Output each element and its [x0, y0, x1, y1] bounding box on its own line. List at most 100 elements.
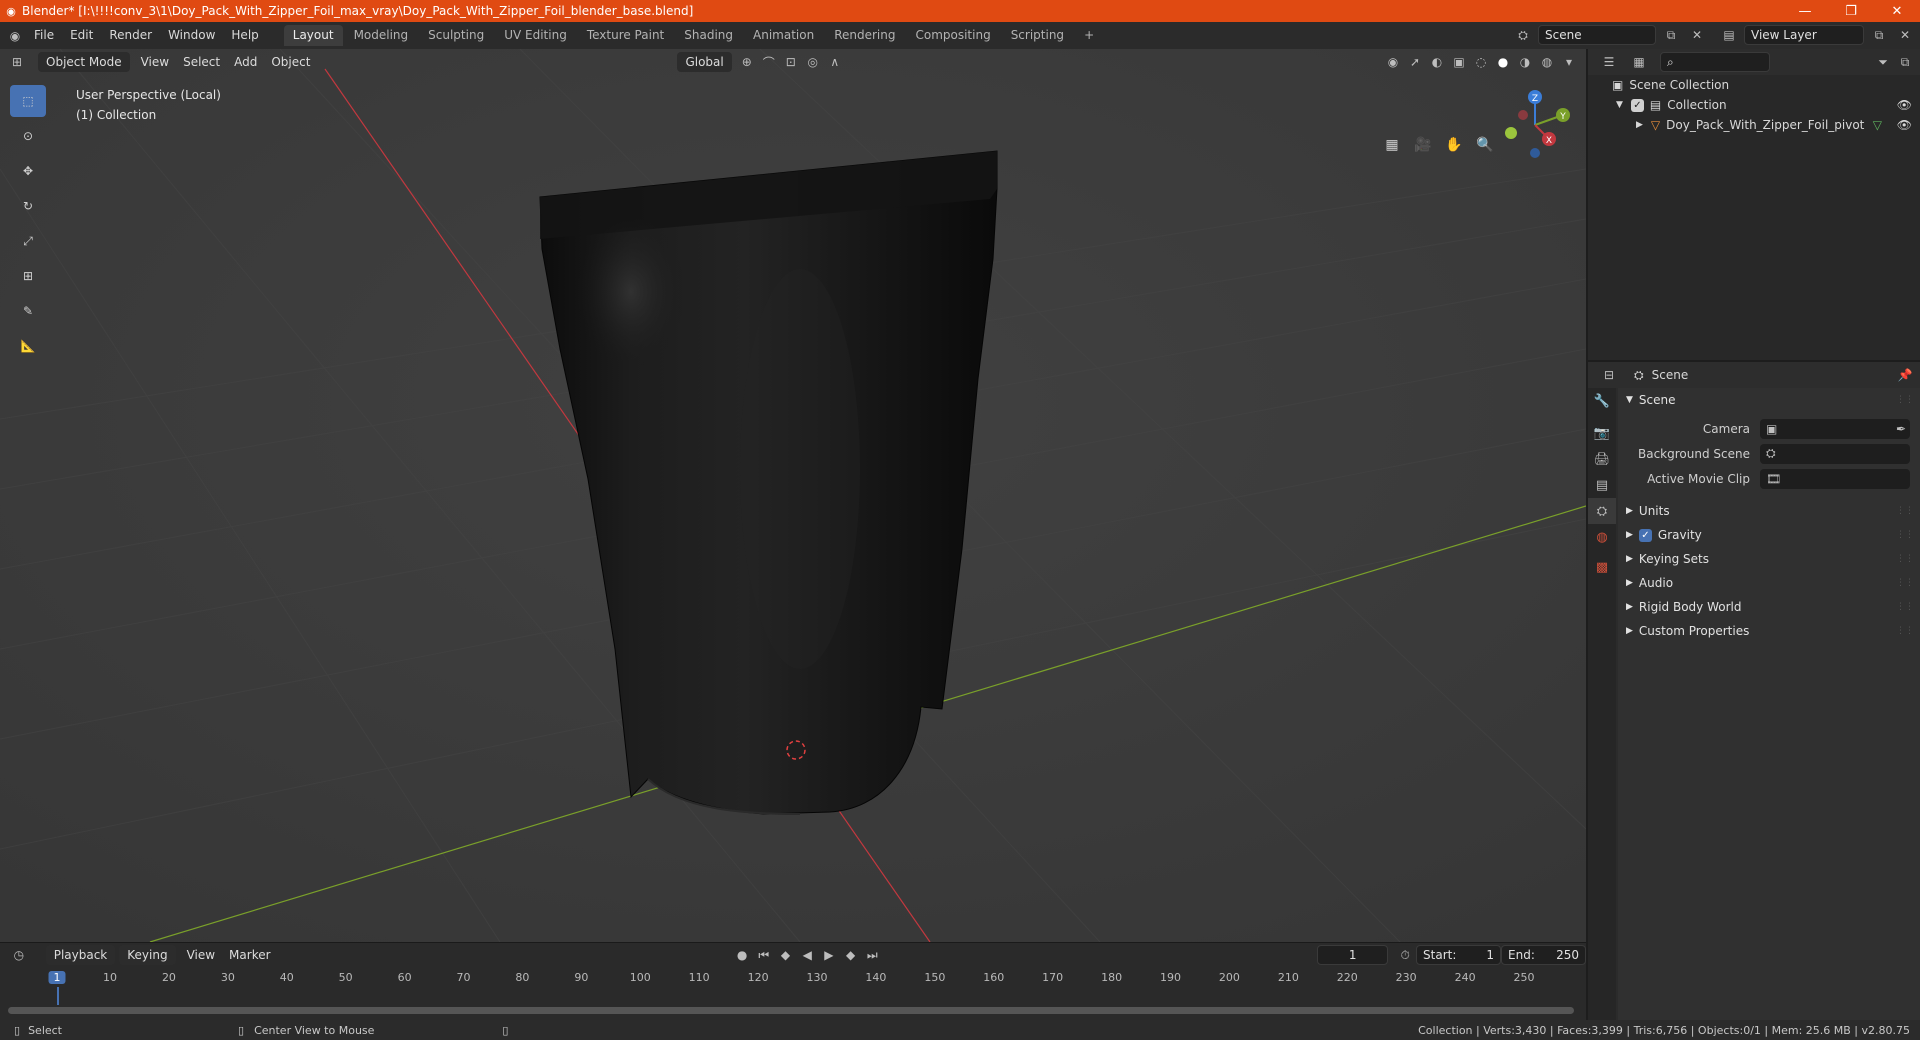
frame-start-field[interactable]: Start: 1: [1416, 945, 1502, 965]
proportional-edit-icon[interactable]: ◎: [802, 52, 824, 72]
collection-visibility-icon[interactable]: 👁: [1897, 98, 1912, 112]
annotate-tool-icon[interactable]: ✎: [10, 295, 46, 327]
timeline-scrollbar[interactable]: [8, 1007, 1574, 1014]
drag-handle-icon[interactable]: ⋮⋮: [1896, 578, 1914, 588]
timeline-menu-playback[interactable]: Playback: [45, 945, 116, 965]
tab-texture-paint[interactable]: Texture Paint: [578, 25, 673, 46]
camera-view-icon[interactable]: 🎥: [1409, 131, 1437, 159]
background-scene-field[interactable]: ⛭: [1760, 443, 1910, 464]
scene-field[interactable]: Scene: [1538, 25, 1656, 45]
menu-render[interactable]: Render: [101, 22, 160, 49]
drag-handle-icon[interactable]: ⋮⋮: [1896, 395, 1914, 405]
object-visibility-icon[interactable]: 👁: [1897, 118, 1912, 132]
view-layer-field[interactable]: View Layer: [1744, 25, 1864, 45]
scene-tab-icon[interactable]: ⛭: [1588, 498, 1616, 524]
shading-options-icon[interactable]: ▾: [1558, 52, 1580, 72]
current-frame-field[interactable]: 1: [1317, 945, 1389, 965]
shading-material-icon[interactable]: ◑: [1514, 52, 1536, 72]
rigid-body-world-panel-header[interactable]: ▶ Rigid Body World ⋮⋮: [1618, 595, 1920, 619]
outliner-row-scene-collection[interactable]: ▣ Scene Collection: [1588, 75, 1920, 95]
display-mode-icon[interactable]: ▦: [1628, 52, 1650, 72]
menu-help[interactable]: Help: [223, 22, 266, 49]
world-tab-icon[interactable]: ◍: [1588, 524, 1616, 550]
view-layer-browse-icon[interactable]: ▤: [1718, 25, 1740, 45]
scene-panel-header[interactable]: ▼ Scene ⋮⋮: [1618, 388, 1920, 412]
object-mode-dropdown[interactable]: Object Mode: [38, 52, 130, 72]
drag-handle-icon[interactable]: ⋮⋮: [1896, 530, 1914, 540]
menu-file[interactable]: File: [26, 22, 62, 49]
tab-compositing[interactable]: Compositing: [906, 25, 999, 46]
outliner-search-input[interactable]: ⌕: [1660, 52, 1770, 72]
active-movie-clip-field[interactable]: 🎞: [1760, 468, 1910, 489]
cursor-tool-icon[interactable]: ⊙: [10, 120, 46, 152]
timeline-editor-type-icon[interactable]: ◷: [8, 945, 30, 965]
shading-rendered-icon[interactable]: ◍: [1536, 52, 1558, 72]
scene-browse-icon[interactable]: ⛭: [1512, 25, 1534, 45]
drag-handle-icon[interactable]: ⋮⋮: [1896, 602, 1914, 612]
drag-handle-icon[interactable]: ⋮⋮: [1896, 554, 1914, 564]
collection-exclude-checkbox[interactable]: ✓: [1630, 98, 1644, 112]
add-workspace-button[interactable]: +: [1075, 25, 1103, 46]
timeline-menu-keying[interactable]: Keying: [119, 945, 176, 965]
properties-editor-type-icon[interactable]: ⊟: [1598, 365, 1620, 385]
current-frame-marker[interactable]: 1: [48, 971, 66, 984]
tab-modeling[interactable]: Modeling: [345, 25, 418, 46]
measure-tool-icon[interactable]: 📐: [10, 330, 46, 362]
menu-window[interactable]: Window: [160, 22, 223, 49]
snap-target-icon[interactable]: ⊡: [780, 52, 802, 72]
outliner-row-collection[interactable]: ▼ ✓ ▤ Collection 👁: [1588, 95, 1920, 115]
play-icon[interactable]: ▶: [818, 945, 840, 965]
texture-tab-icon[interactable]: ▩: [1588, 554, 1616, 580]
rotate-tool-icon[interactable]: ↻: [10, 190, 46, 222]
record-icon[interactable]: ●: [731, 945, 753, 965]
xray-toggle-icon[interactable]: ▣: [1448, 52, 1470, 72]
tab-uv-editing[interactable]: UV Editing: [495, 25, 576, 46]
shading-solid-icon[interactable]: ●: [1492, 52, 1514, 72]
gravity-checkbox[interactable]: ✓: [1638, 528, 1652, 542]
falloff-icon[interactable]: ∧: [824, 52, 846, 72]
viewport-menu-add[interactable]: Add: [227, 55, 264, 69]
mesh-data-icon[interactable]: ▽: [1873, 118, 1882, 132]
new-collection-icon[interactable]: ⧉: [1894, 52, 1916, 72]
snap-icon[interactable]: ⌒: [758, 52, 780, 72]
menu-edit[interactable]: Edit: [62, 22, 101, 49]
outliner-row-object[interactable]: ▶ ▽ Doy_Pack_With_Zipper_Foil_pivot ▽ 👁: [1588, 115, 1920, 135]
keying-sets-panel-header[interactable]: ▶ Keying Sets ⋮⋮: [1618, 547, 1920, 571]
units-panel-header[interactable]: ▶ Units ⋮⋮: [1618, 499, 1920, 523]
outliner-editor-type-icon[interactable]: ☰: [1598, 52, 1620, 72]
drag-handle-icon[interactable]: ⋮⋮: [1896, 506, 1914, 516]
navigation-gizmo[interactable]: Z Y X: [1495, 85, 1575, 165]
filter-icon[interactable]: ⏷: [1872, 52, 1894, 72]
pivot-point-icon[interactable]: ⊕: [736, 52, 758, 72]
delete-scene-icon[interactable]: ✕: [1686, 25, 1708, 45]
viewport-menu-select[interactable]: Select: [176, 55, 227, 69]
render-tab-icon[interactable]: 📷: [1588, 420, 1616, 446]
next-keyframe-icon[interactable]: ◆: [840, 945, 862, 965]
select-box-tool-icon[interactable]: ⬚: [10, 85, 46, 117]
tab-animation[interactable]: Animation: [744, 25, 823, 46]
prev-keyframe-icon[interactable]: ◆: [775, 945, 797, 965]
tab-layout[interactable]: Layout: [283, 25, 343, 46]
frame-end-field[interactable]: End: 250: [1501, 945, 1587, 965]
tab-shading[interactable]: Shading: [675, 25, 742, 46]
3d-viewport[interactable]: ⊞ Object Mode View Select Add Object Glo…: [0, 49, 1586, 942]
viewport-menu-view[interactable]: View: [134, 55, 176, 69]
maximize-button[interactable]: ❐: [1828, 0, 1874, 22]
expand-arrow-icon[interactable]: ▼: [1616, 100, 1623, 110]
pin-icon[interactable]: 📌: [1894, 365, 1916, 385]
blender-menu-icon[interactable]: ◉: [4, 26, 26, 46]
transform-orientation-dropdown[interactable]: Global: [677, 52, 732, 72]
tab-rendering[interactable]: Rendering: [825, 25, 904, 46]
drag-handle-icon[interactable]: ⋮⋮: [1896, 626, 1914, 636]
editor-type-icon[interactable]: ⊞: [6, 52, 28, 72]
eyedropper-icon[interactable]: ✒: [1896, 422, 1906, 436]
jump-start-icon[interactable]: ⏮: [753, 945, 775, 965]
scale-tool-icon[interactable]: ⤢: [10, 225, 46, 257]
jump-end-icon[interactable]: ⏭: [861, 945, 883, 965]
audio-panel-header[interactable]: ▶ Audio ⋮⋮: [1618, 571, 1920, 595]
viewport-menu-object[interactable]: Object: [264, 55, 317, 69]
new-view-layer-icon[interactable]: ⧉: [1868, 25, 1890, 45]
timeline-menu-view[interactable]: View: [180, 948, 222, 962]
close-button[interactable]: ✕: [1874, 0, 1920, 22]
overlay-toggle-icon[interactable]: ◐: [1426, 52, 1448, 72]
